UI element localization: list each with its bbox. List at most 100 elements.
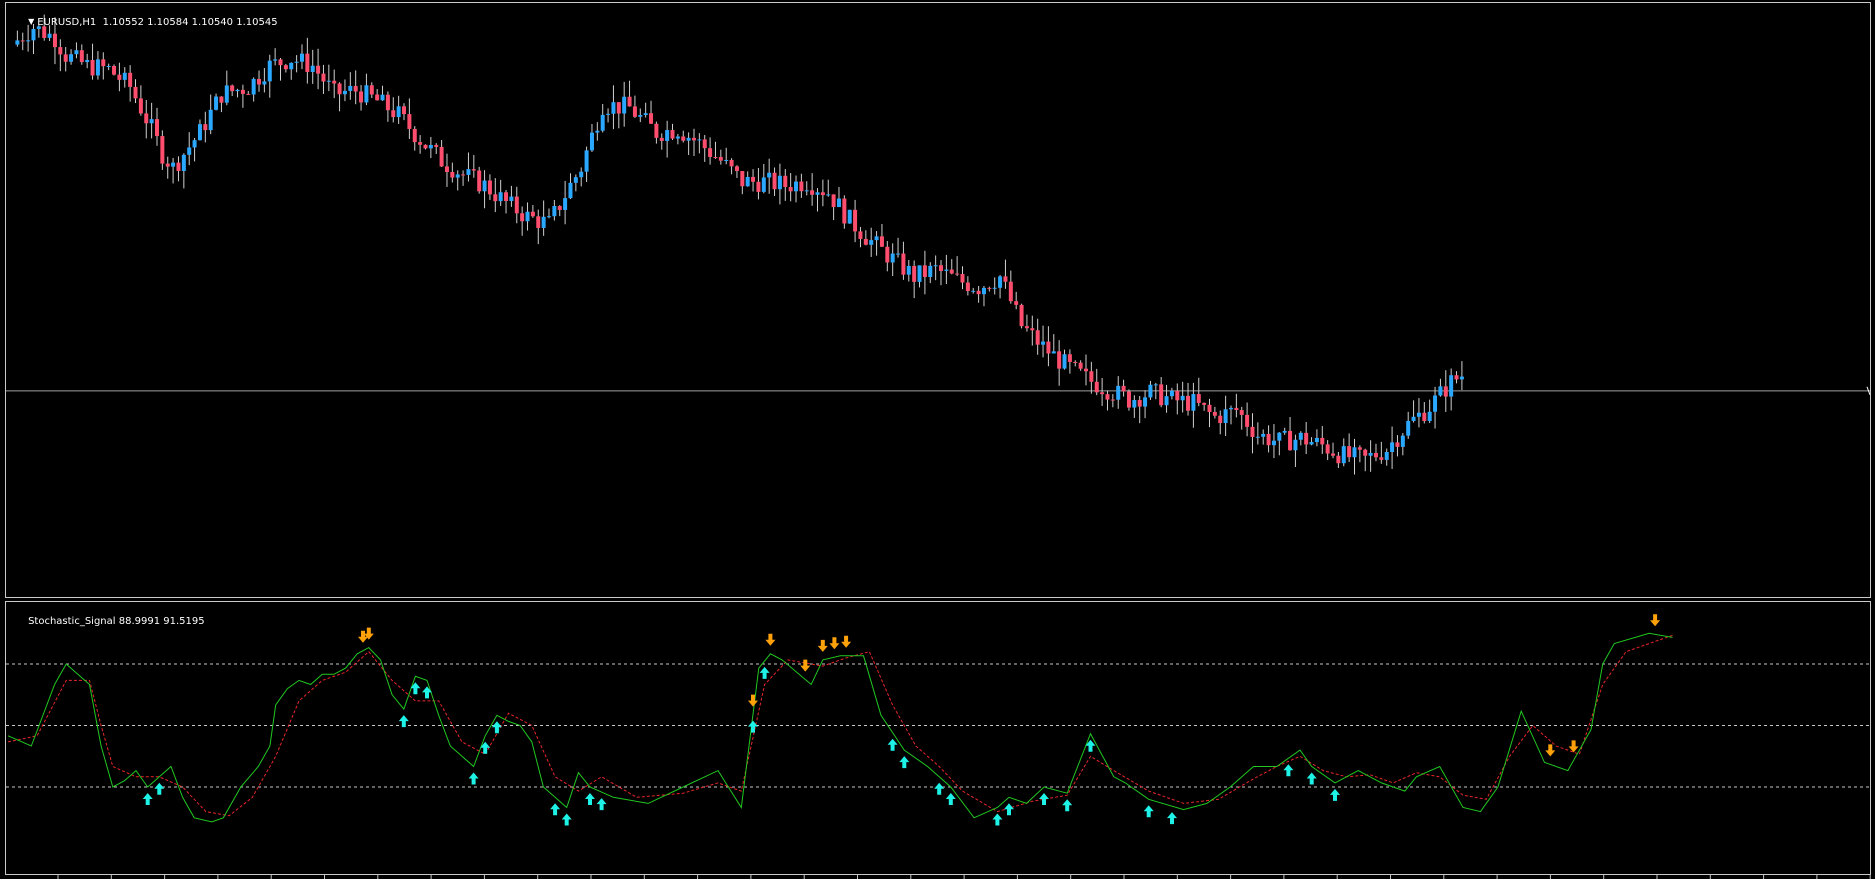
candle-body	[563, 198, 568, 210]
bull-candle	[869, 227, 874, 257]
indicator-pane[interactable]: Stochastic_Signal 88.9991 91.5195	[5, 601, 1871, 875]
bull-candle	[299, 44, 304, 70]
bull-candle	[1169, 387, 1174, 400]
candle-body	[1390, 442, 1395, 452]
up-arrow-icon	[899, 756, 910, 769]
bear-candle	[144, 99, 149, 139]
bull-candle	[181, 153, 186, 189]
bear-candle	[681, 130, 686, 143]
candle-body	[1320, 437, 1325, 445]
bear-candle	[230, 84, 235, 97]
bull-candle	[214, 93, 219, 111]
bear-candle	[63, 47, 68, 72]
candle-body	[745, 176, 750, 187]
bull-candle	[525, 202, 530, 231]
candle-body	[971, 290, 976, 292]
chart-window[interactable]: ▼ EURUSD,H1 1.10552 1.10584 1.10540 1.105…	[0, 0, 1875, 879]
stochastic-chart[interactable]	[6, 602, 1870, 874]
price-chart-pane[interactable]: ▼ EURUSD,H1 1.10552 1.10584 1.10540 1.105…	[5, 2, 1871, 598]
bull-candle	[1384, 448, 1389, 466]
candle-body	[708, 148, 713, 157]
bull-candle	[1271, 424, 1276, 459]
bull-candle	[1411, 400, 1416, 423]
bull-candle	[1255, 422, 1260, 445]
bull-candle	[1164, 384, 1169, 413]
candle-body	[112, 66, 117, 75]
bull-candle	[761, 164, 766, 194]
bear-candle	[504, 189, 509, 214]
candle-body	[632, 106, 637, 117]
arrow-shape	[765, 633, 776, 646]
candle-body	[230, 85, 235, 92]
bear-candle	[949, 259, 954, 275]
down-arrow-icon	[748, 694, 758, 707]
candle-body	[444, 166, 449, 172]
candle-body	[541, 216, 546, 228]
candle-body	[90, 59, 95, 76]
bull-candle	[348, 72, 353, 100]
bull-candle	[1459, 361, 1464, 391]
candle-body	[579, 171, 584, 178]
candle-body	[128, 72, 133, 87]
candle-body	[794, 181, 799, 192]
indicator-name: Stochastic_Signal	[28, 616, 116, 627]
bull-candle	[944, 254, 949, 285]
arrow-shape	[410, 682, 421, 695]
bull-candle	[1180, 381, 1185, 413]
arrow-shape	[142, 793, 153, 805]
bear-candle	[1046, 326, 1051, 367]
candle-body	[176, 162, 181, 172]
bull-candle	[826, 179, 831, 197]
bear-candle	[58, 39, 63, 72]
bull-candle	[675, 133, 680, 145]
candle-body	[1078, 362, 1083, 369]
candle-body	[772, 172, 777, 190]
candle-body	[1298, 432, 1303, 440]
candle-body	[922, 265, 927, 277]
down-arrow-icon	[1650, 614, 1661, 627]
candle-body	[1202, 402, 1207, 405]
candlestick-chart[interactable]	[6, 3, 1870, 597]
bull-candle	[665, 120, 670, 158]
dropdown-triangle-icon[interactable]: ▼	[28, 17, 34, 26]
candle-body	[1003, 276, 1008, 282]
candle-body	[203, 124, 208, 131]
arrow-shape	[1004, 803, 1014, 816]
candle-body	[1309, 442, 1314, 445]
bull-candle	[267, 54, 272, 98]
bear-candle	[1218, 410, 1223, 435]
bear-candle	[1073, 360, 1078, 367]
candle-body	[965, 282, 970, 292]
candle-body	[520, 213, 525, 222]
candle-body	[552, 206, 557, 217]
bear-candle	[514, 186, 519, 224]
bull-candle	[106, 63, 111, 71]
candle-body	[1239, 410, 1244, 415]
bear-candle	[740, 171, 745, 195]
candle-body	[187, 147, 192, 155]
arrow-shape	[748, 694, 758, 707]
candle-body	[262, 81, 267, 85]
candle-body	[310, 65, 315, 72]
bear-candle	[439, 140, 444, 168]
arrow-shape	[934, 782, 945, 795]
candle-body	[509, 196, 514, 201]
candle-body	[568, 182, 573, 199]
up-arrow-icon	[1039, 793, 1049, 805]
candle-body	[573, 177, 578, 183]
arrow-shape	[585, 793, 595, 805]
bull-candle	[573, 174, 578, 192]
bear-candle	[369, 82, 374, 99]
candle-body	[729, 159, 734, 167]
bull-candle	[1223, 395, 1228, 436]
bear-candle	[1008, 270, 1013, 304]
bear-candle	[713, 141, 718, 159]
candle-body	[514, 196, 519, 214]
bull-candle	[643, 102, 648, 118]
candle-body	[1196, 394, 1201, 403]
candle-body	[1406, 420, 1411, 436]
candle-body	[1084, 368, 1088, 372]
candle-body	[665, 130, 670, 141]
candle-body	[58, 47, 63, 55]
symbol-label: EURUSD,H1	[37, 17, 97, 28]
